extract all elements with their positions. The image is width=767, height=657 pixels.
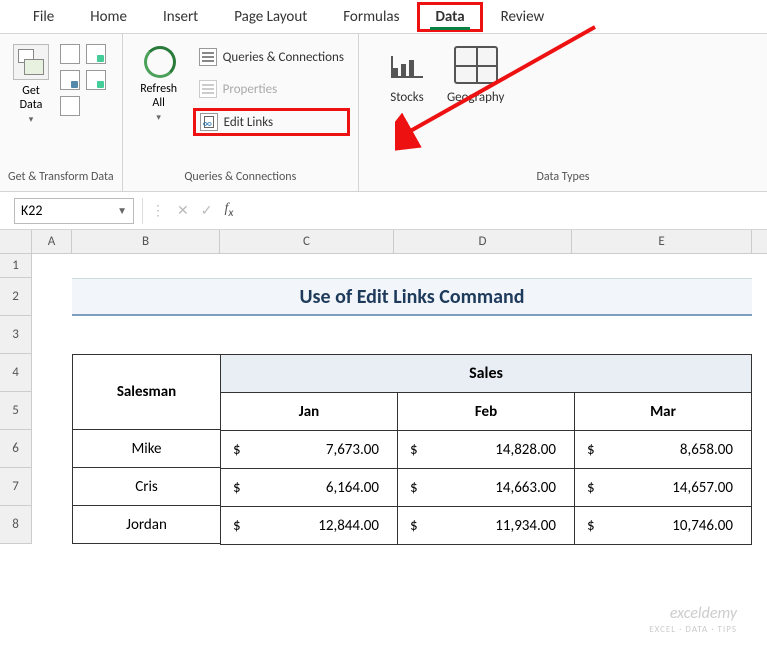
row-headers: 1 2 3 4 5 6 7 8	[0, 254, 32, 544]
get-data-icon	[13, 44, 49, 80]
row-header[interactable]: 4	[0, 354, 32, 392]
tab-review[interactable]: Review	[483, 2, 563, 32]
row-header[interactable]: 8	[0, 506, 32, 544]
formula-bar: K22 ▼ ⋮ ✕ ✓ fx	[0, 192, 767, 230]
table-row: $6,164.00 $14,663.00 $14,657.00	[221, 469, 752, 507]
refresh-all-button[interactable]: Refresh All ▾	[131, 40, 187, 125]
edit-links-button[interactable]: Edit Links	[193, 108, 350, 136]
cell-value[interactable]: $7,673.00	[221, 431, 398, 469]
from-table-icon[interactable]	[60, 70, 80, 90]
queries-connections-button[interactable]: Queries & Connections	[193, 44, 350, 70]
table-row: $7,673.00 $14,828.00 $8,658.00	[221, 431, 752, 469]
row-header[interactable]: 1	[0, 254, 32, 278]
chevron-down-icon[interactable]: ▼	[117, 204, 127, 217]
tab-page-layout[interactable]: Page Layout	[216, 2, 325, 32]
col-header[interactable]: A	[32, 230, 72, 253]
enter-icon[interactable]: ✓	[201, 202, 213, 219]
row-header[interactable]: 7	[0, 468, 32, 506]
queries-connections-label: Queries & Connections	[223, 50, 344, 65]
recent-sources-icon[interactable]	[86, 70, 106, 90]
from-web-icon[interactable]	[86, 44, 106, 64]
get-data-label: Get Data	[8, 84, 54, 112]
watermark: exceldemy EXCEL · DATA · TIPS	[649, 607, 737, 637]
row-header[interactable]: 5	[0, 392, 32, 430]
tab-data[interactable]: Data	[417, 2, 482, 32]
group-queries-connections: Refresh All ▾ Queries & Connections Prop…	[123, 34, 359, 191]
fx-icon[interactable]: fx	[224, 201, 233, 220]
properties-label: Properties	[223, 82, 278, 97]
worksheet: A B C D E 1 2 3 4 5 6 7 8 Use of Edit Li…	[0, 230, 767, 545]
row-header[interactable]: 6	[0, 430, 32, 468]
queries-connections-icon	[199, 48, 217, 66]
tab-file[interactable]: File	[15, 2, 72, 32]
refresh-icon	[142, 44, 176, 78]
stocks-button[interactable]: Stocks	[385, 46, 429, 105]
sales-header: Sales	[221, 355, 752, 393]
table-row: $12,844.00 $11,934.00 $10,746.00	[221, 507, 752, 545]
stocks-icon	[385, 46, 429, 84]
geography-label: Geography	[447, 90, 504, 105]
select-all-corner[interactable]	[0, 230, 32, 253]
col-header[interactable]: B	[72, 230, 220, 253]
data-table: Sales Jan Feb Mar $7,673.00 $14,828.00 $…	[220, 354, 752, 545]
name-box[interactable]: K22 ▼	[14, 198, 134, 224]
handle-icon: ⋮	[151, 202, 165, 219]
existing-connections-icon[interactable]	[60, 96, 80, 116]
salesman-name[interactable]: Jordan	[72, 506, 220, 544]
row-header[interactable]: 2	[0, 278, 32, 316]
month-header: Jan	[221, 393, 398, 431]
column-headers: A B C D E	[0, 230, 767, 254]
chevron-down-icon: ▾	[156, 112, 161, 123]
group-label-get-transform: Get & Transform Data	[8, 167, 114, 189]
cell-value[interactable]: $14,657.00	[575, 469, 752, 507]
ribbon: Get Data ▾ Get & Transform Data Refresh …	[0, 34, 767, 192]
refresh-all-label: Refresh All	[131, 82, 187, 110]
sheet-title: Use of Edit Links Command	[72, 278, 752, 316]
group-label-queries-connections: Queries & Connections	[131, 167, 350, 189]
get-data-button[interactable]: Get Data ▾	[8, 40, 54, 127]
cell-value[interactable]: $11,934.00	[398, 507, 575, 545]
tab-home[interactable]: Home	[72, 2, 145, 32]
col-header[interactable]: C	[220, 230, 394, 253]
cell-value[interactable]: $14,663.00	[398, 469, 575, 507]
group-data-types: Stocks Geography Data Types	[359, 34, 767, 191]
cell-value[interactable]: $8,658.00	[575, 431, 752, 469]
geography-button[interactable]: Geography	[447, 46, 504, 105]
edit-links-icon	[200, 113, 218, 131]
cell-value[interactable]: $6,164.00	[221, 469, 398, 507]
salesman-header: Salesman	[72, 354, 220, 430]
ribbon-tabs: File Home Insert Page Layout Formulas Da…	[0, 0, 767, 34]
from-text-icon[interactable]	[60, 44, 80, 64]
edit-links-label: Edit Links	[224, 115, 273, 130]
tab-formulas[interactable]: Formulas	[325, 2, 417, 32]
salesman-column: Salesman Mike Cris Jordan	[72, 354, 220, 544]
cell-value[interactable]: $12,844.00	[221, 507, 398, 545]
tab-insert[interactable]: Insert	[145, 2, 216, 32]
geography-icon	[454, 46, 498, 84]
chevron-down-icon: ▾	[29, 114, 34, 125]
row-header[interactable]: 3	[0, 316, 32, 354]
salesman-name[interactable]: Cris	[72, 468, 220, 506]
properties-button: Properties	[193, 76, 350, 102]
month-header: Feb	[398, 393, 575, 431]
group-get-transform: Get Data ▾ Get & Transform Data	[0, 34, 123, 191]
name-box-value: K22	[21, 202, 42, 219]
group-label-data-types: Data Types	[367, 167, 759, 189]
cell-value[interactable]: $10,746.00	[575, 507, 752, 545]
salesman-name[interactable]: Mike	[72, 430, 220, 468]
cancel-icon[interactable]: ✕	[177, 202, 189, 219]
properties-icon	[199, 80, 217, 98]
stocks-label: Stocks	[390, 90, 423, 105]
col-header[interactable]: E	[572, 230, 752, 253]
month-header: Mar	[575, 393, 752, 431]
col-header[interactable]: D	[394, 230, 572, 253]
cell-value[interactable]: $14,828.00	[398, 431, 575, 469]
